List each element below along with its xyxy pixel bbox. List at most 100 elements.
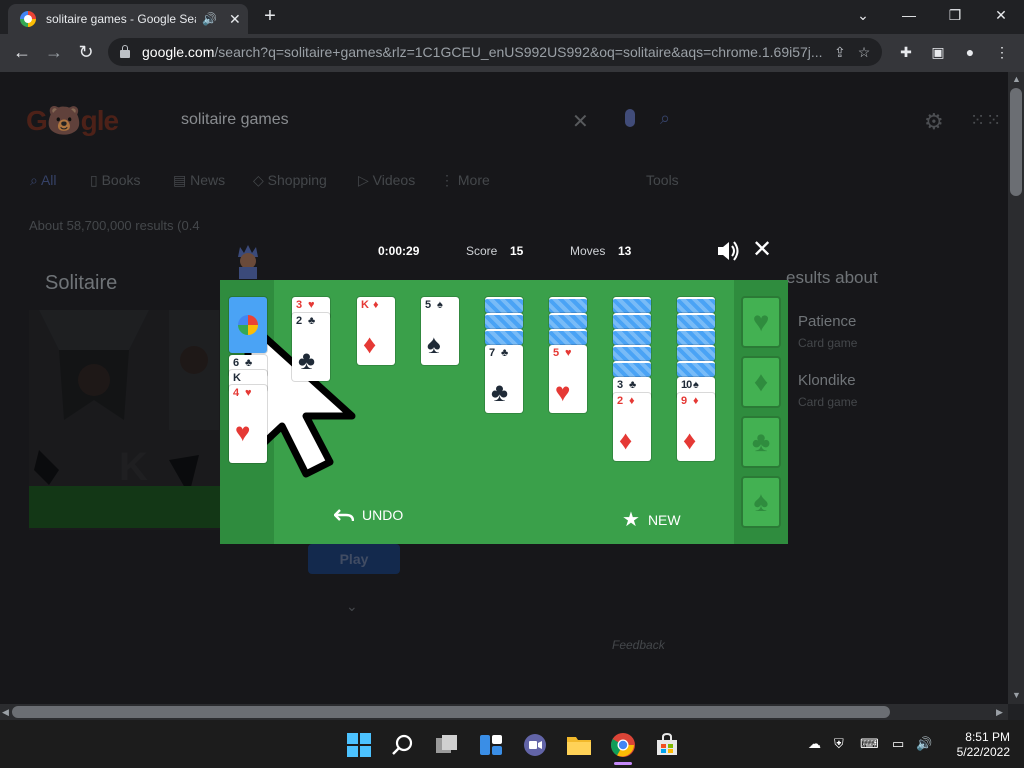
card-center-suit-icon: ♥ [235,417,251,447]
face-down-card [677,345,715,361]
tab-close-icon[interactable]: ✕ [229,11,241,28]
card-suit-icon: ♥ [308,299,315,311]
doodle-mascot-icon [230,243,266,279]
face-down-card [677,329,715,345]
card-suit-icon: ♥ [245,387,252,399]
card-suit-icon: ♥ [565,347,572,359]
keyboard-icon[interactable]: ⌨ [860,736,879,752]
card-rank: 4 [233,387,240,399]
card-rank: 5 [425,299,432,311]
store-icon[interactable] [654,732,680,758]
star-icon: ★ [622,509,640,531]
close-game-icon[interactable]: ✕ [752,238,772,262]
sound-icon[interactable] [716,240,740,262]
face-down-card [549,297,587,313]
face-down-card [613,345,651,361]
browser-tab[interactable]: solitaire games - Google Sea 🔊 ✕ [8,4,248,34]
active-app-indicator [614,762,632,765]
reload-button[interactable]: ↻ [74,40,98,64]
card-suit-icon: ♦ [373,299,379,311]
extensions-puzzle-icon[interactable]: ✚ [895,42,917,62]
chrome-menu-icon[interactable]: ⋮ [991,42,1013,62]
card-suit-icon: ♣ [245,357,253,369]
face-down-card [613,361,651,377]
address-bar[interactable]: google.com/search?q=solitaire+games&rlz=… [108,38,882,66]
playing-card[interactable]: 5 ♠ ♠ [421,297,459,365]
vertical-scroll-thumb[interactable] [1010,88,1022,196]
close-window-button[interactable]: ✕ [978,4,1024,26]
new-tab-button[interactable]: + [258,6,282,28]
card-rank: 7 [489,347,496,359]
card-suit-icon: ♦ [693,395,699,407]
undo-button[interactable]: UNDO [334,507,403,523]
windows-start-icon[interactable] [346,732,372,758]
clock-date: 5/22/2022 [956,745,1010,759]
minimize-button[interactable]: — [886,4,932,26]
taskbar-search-icon[interactable] [390,732,416,758]
foundation-slot[interactable]: ♥ [741,296,781,348]
undo-icon [334,509,354,522]
score-value: 15 [510,244,524,258]
side-panel-icon[interactable]: ▣ [927,42,949,62]
playing-card[interactable]: 5 ♥ ♥ [549,345,587,413]
face-down-card [485,329,523,345]
teams-chat-icon[interactable] [522,732,548,758]
stock-pile[interactable] [229,297,267,353]
scroll-up-icon[interactable]: ▲ [1012,74,1021,84]
card-rank: 2 [617,395,624,407]
profile-avatar-icon[interactable]: ● [959,42,981,62]
forward-button[interactable]: → [42,40,66,64]
back-button[interactable]: ← [10,40,34,64]
card-center-suit-icon: ♣ [298,345,316,375]
google-favicon-icon [20,11,36,27]
card-rank: K [233,372,241,384]
card-suit-icon: ♣ [501,347,509,359]
horizontal-scroll-thumb[interactable] [12,706,890,718]
card-rank: 3 [617,379,624,391]
foundation-slot[interactable]: ♣ [741,416,781,468]
taskbar-clock[interactable]: 8:51 PM 5/22/2022 [946,730,1010,760]
playing-card[interactable]: 7 ♣ ♣ [485,345,523,413]
restore-button[interactable]: ❐ [932,4,978,26]
volume-icon[interactable]: 🔊 [916,736,932,752]
network-icon[interactable]: ▭ [892,736,904,752]
url-text: google.com/search?q=solitaire+games&rlz=… [142,44,822,60]
task-view-icon[interactable] [434,732,460,758]
card-rank: 10 [681,379,692,391]
card-center-suit-icon: ♦ [683,425,697,455]
foundation-slot[interactable]: ♠ [741,476,781,528]
playing-card[interactable]: 2 ♣ ♣ [292,313,330,381]
new-game-button[interactable]: ★ NEW [622,507,681,532]
card-center-suit-icon: ♠ [427,329,441,359]
card-rank: 6 [233,357,240,369]
bookmark-star-icon[interactable]: ☆ [858,44,871,61]
face-down-card [549,313,587,329]
playing-card[interactable]: 9 ♦ ♦ [677,393,715,461]
lock-icon[interactable] [120,45,130,58]
card-center-suit-icon: ♣ [491,377,509,407]
widgets-icon[interactable] [478,732,504,758]
defender-icon[interactable]: ⛨ [834,736,844,752]
scroll-right-icon[interactable]: ▶ [996,707,1003,718]
foundation-slot[interactable]: ♦ [741,356,781,408]
face-down-card [485,297,523,313]
card-suit-icon: ♠ [437,299,443,311]
card-suit-icon: ♣ [308,315,316,327]
tab-audio-icon[interactable]: 🔊 [202,12,217,26]
scroll-left-icon[interactable]: ◀ [2,707,9,718]
playing-card[interactable]: 2 ♦ ♦ [613,393,651,461]
playing-card[interactable]: 4 ♥ ♥ [229,385,267,463]
share-icon[interactable]: ⇪ [834,44,846,61]
face-down-card [613,297,651,313]
face-down-card [677,297,715,313]
scroll-down-icon[interactable]: ▼ [1012,690,1021,700]
file-explorer-icon[interactable] [566,732,592,758]
playing-card[interactable]: K ♦ ♦ [357,297,395,365]
card-rank: K [361,299,369,311]
card-suit-icon: ♣ [629,379,637,391]
tab-search-chevron-icon[interactable]: ⌄ [840,4,886,26]
card-suit-icon: ♠ [693,379,699,391]
onedrive-icon[interactable]: ☁ [808,736,821,752]
chrome-taskbar-icon[interactable] [610,732,636,758]
card-center-suit-icon: ♦ [363,329,377,359]
